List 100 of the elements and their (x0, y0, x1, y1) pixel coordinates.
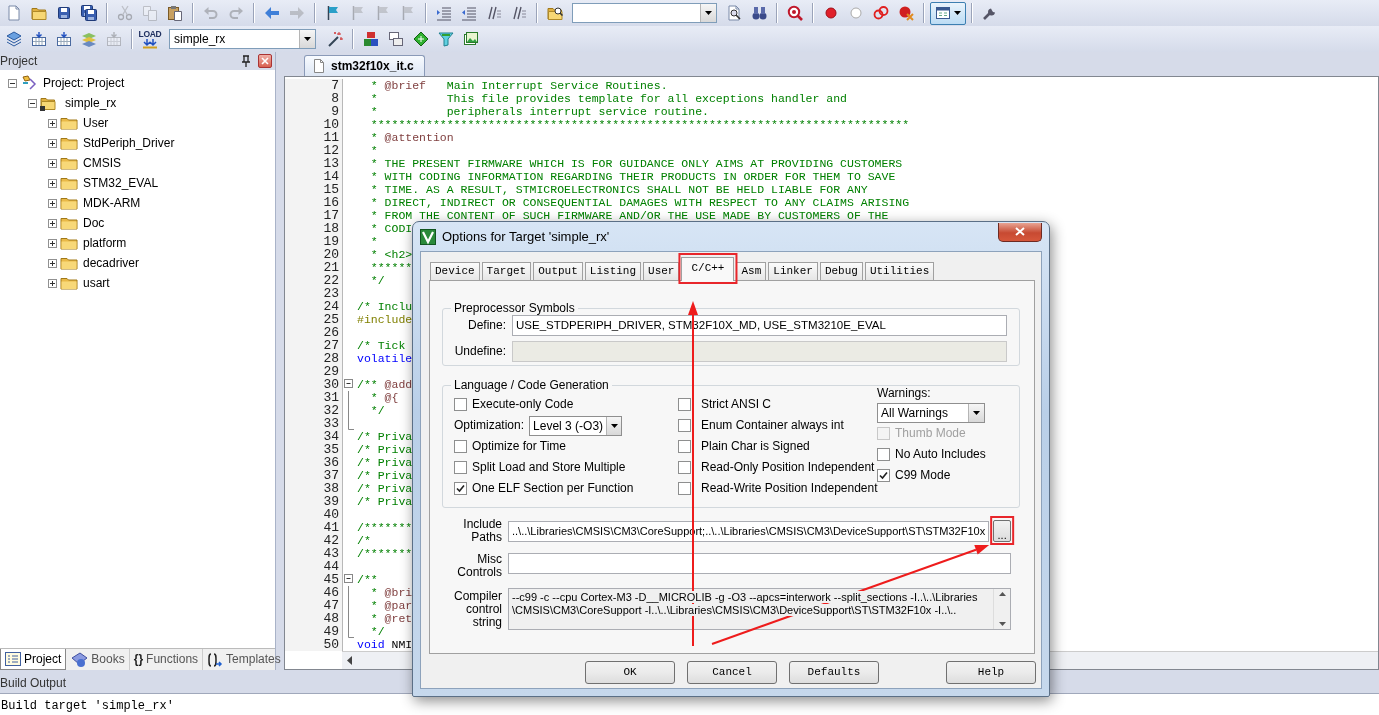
tree-item[interactable]: platform (81, 235, 129, 251)
checkbox[interactable] (877, 469, 890, 482)
tree-item[interactable]: Project: Project (41, 75, 127, 91)
layers-icon[interactable] (81, 31, 97, 47)
search-combo-box[interactable] (572, 3, 717, 23)
file-tab[interactable]: stm32f10x_it.c (304, 55, 425, 76)
checkbox[interactable] (678, 461, 691, 474)
checkbox[interactable] (454, 461, 467, 474)
misc-controls-field[interactable] (508, 553, 1012, 574)
dialog-button[interactable]: Defaults (789, 661, 879, 684)
blocks-icon[interactable] (363, 31, 379, 47)
checkbox[interactable] (454, 440, 467, 453)
line-number: 35 (285, 443, 342, 456)
tab[interactable]: Utilities (864, 262, 935, 280)
code-line: * (369, 144, 378, 157)
comment-lines-icon[interactable] (486, 5, 502, 21)
checkbox[interactable] (454, 482, 467, 495)
checkbox[interactable] (678, 398, 691, 411)
expand-toggle[interactable] (48, 238, 57, 248)
dialog-button[interactable]: Help (946, 661, 1036, 684)
fold-toggle[interactable] (343, 378, 354, 391)
diamond-icon[interactable] (413, 31, 429, 47)
flag-icon[interactable] (325, 5, 341, 21)
line-number: 33 (285, 417, 342, 430)
checkbox[interactable] (454, 398, 467, 411)
close-button[interactable] (258, 54, 272, 68)
tab[interactable]: Target (481, 262, 532, 280)
line-number: 9 (285, 105, 342, 118)
stack-icon[interactable] (6, 31, 22, 47)
tree-item[interactable]: MDK-ARM (81, 195, 143, 211)
checkbox[interactable] (678, 440, 691, 453)
tree-item[interactable]: usart (81, 275, 112, 291)
project-icon (20, 75, 38, 91)
windows-icon[interactable] (388, 31, 404, 47)
code-line: /* Priva (357, 456, 413, 469)
clipboard-icon[interactable] (167, 5, 183, 21)
grid-icon[interactable] (31, 31, 47, 47)
target-select[interactable]: simple_rx (169, 29, 316, 49)
dropdown[interactable]: Level 3 (-O3) (529, 415, 623, 436)
indent-icon[interactable] (436, 5, 452, 21)
load-button[interactable]: LOAD (138, 27, 162, 51)
rings-icon[interactable] (873, 5, 889, 21)
fold-toggle[interactable] (343, 573, 354, 586)
checkbox[interactable] (678, 482, 691, 495)
dot-cross-icon[interactable] (898, 5, 914, 21)
expand-toggle[interactable] (48, 198, 57, 208)
expand-toggle[interactable] (48, 218, 57, 228)
tab[interactable]: User (643, 262, 680, 280)
scroll-up-icon[interactable] (998, 592, 1006, 596)
tab[interactable]: Output (533, 262, 583, 280)
dialog-button[interactable]: Cancel (687, 661, 777, 684)
checkbox[interactable] (678, 419, 691, 432)
binoculars-icon[interactable] (751, 5, 767, 21)
code-line: * @brief Main Interrupt Service Routines. (369, 79, 668, 92)
pictures-icon[interactable] (463, 31, 479, 47)
tab[interactable]: Linker (768, 262, 818, 280)
checkbox[interactable] (877, 448, 890, 461)
floppy-disks-icon[interactable] (81, 5, 97, 21)
tab[interactable]: C/C++ (681, 257, 735, 281)
tree-item[interactable]: Doc (81, 215, 107, 231)
tab[interactable]: Listing (584, 262, 642, 280)
tree-item[interactable]: decadriver (81, 255, 142, 271)
code-line: * @bri (369, 586, 413, 599)
expand-toggle[interactable] (48, 158, 57, 168)
code-line: * DIRECT, INDIRECT OR CONSEQUENTIAL DAMAGES WITH RESPECT TO ANY CLAIMS ARISING (369, 196, 910, 209)
funnel-icon[interactable] (438, 31, 454, 47)
close-button[interactable] (998, 222, 1042, 242)
collapse-toggle[interactable] (8, 78, 17, 88)
magnifier-icon[interactable] (787, 5, 803, 21)
collapse-toggle[interactable] (28, 98, 37, 108)
browse-button[interactable]: ... (993, 520, 1012, 542)
tree-item[interactable]: User (81, 115, 111, 131)
folder-search-icon[interactable] (547, 5, 563, 21)
wand-icon[interactable] (327, 31, 343, 47)
dialog-button[interactable]: OK (585, 661, 675, 684)
page-search-icon[interactable] (726, 5, 742, 21)
left-arrow-icon[interactable] (264, 5, 280, 21)
dropdown[interactable]: All Warnings (877, 402, 985, 423)
window-dropdown-button[interactable] (930, 1, 966, 25)
expand-toggle[interactable] (48, 258, 57, 268)
tree-item[interactable]: StdPeriph_Driver (81, 135, 177, 151)
expand-toggle[interactable] (48, 178, 57, 188)
tab[interactable]: Debug (819, 262, 863, 280)
scroll-left-icon[interactable] (346, 656, 354, 665)
expand-toggle[interactable] (48, 138, 57, 148)
tree-item[interactable]: STM32_EVAL (81, 175, 161, 191)
expand-toggle[interactable] (48, 278, 57, 288)
folder-icon[interactable] (31, 5, 47, 21)
tab[interactable]: Asm (736, 262, 767, 280)
expand-toggle[interactable] (48, 118, 57, 128)
line-number: 45 (285, 573, 342, 586)
grid-icon[interactable] (56, 31, 72, 47)
tree-item[interactable]: CMSIS (81, 155, 123, 171)
tab[interactable]: Device (430, 262, 480, 280)
dot-icon[interactable] (823, 5, 839, 21)
outdent-icon[interactable] (461, 5, 477, 21)
panel-tab[interactable]: Project (0, 649, 67, 670)
tree-item[interactable]: simple_rx (63, 95, 119, 111)
comment-lines-icon[interactable] (511, 5, 527, 21)
scroll-down-icon[interactable] (998, 622, 1006, 626)
